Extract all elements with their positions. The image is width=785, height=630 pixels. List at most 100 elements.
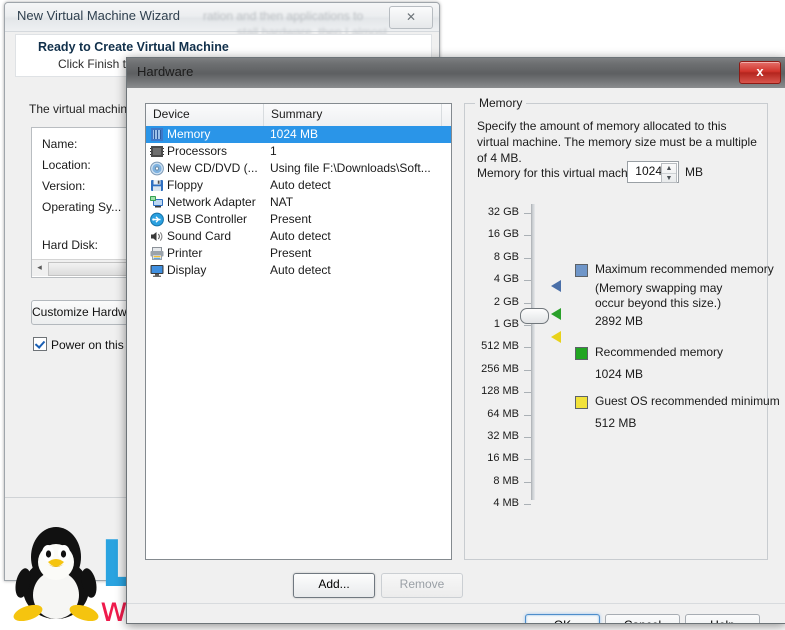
device-list[interactable]: Device Summary Memory 1024 MB Processors 1 N…	[145, 103, 452, 560]
memory-settings-group: Memory Specify the amount of memory allo…	[464, 96, 780, 560]
remove-device-button: Remove	[381, 573, 463, 598]
column-divider-2	[441, 104, 442, 126]
network-icon	[149, 195, 165, 210]
column-header-summary[interactable]: Summary	[264, 107, 441, 126]
slider-tick-mark	[524, 369, 531, 371]
column-header-device[interactable]: Device	[146, 107, 263, 126]
slider-tick-mark	[524, 280, 531, 282]
maximum-recommended-memory-label: Maximum recommended memory	[595, 262, 774, 276]
slider-tick-mark	[524, 347, 531, 349]
device-row-processors[interactable]: Processors 1	[146, 143, 451, 160]
stepper-up-icon[interactable]: ▲	[662, 164, 676, 173]
memory-slider-thumb[interactable]	[520, 308, 549, 324]
maximum-recommended-memory-swatch-icon	[575, 264, 588, 277]
device-name: Printer	[167, 246, 203, 260]
memory-size-input[interactable]: 1024 ▲ ▼	[627, 161, 679, 183]
device-name: Network Adapter	[167, 195, 256, 209]
device-name: Floppy	[167, 178, 204, 192]
ok-button[interactable]: OK	[525, 614, 600, 623]
recommended-memory-swatch-icon	[575, 347, 588, 360]
slider-tick-label: 4 MB	[493, 497, 519, 510]
device-row-printer[interactable]: Printer Present	[146, 245, 451, 262]
slider-tick-label: 4 GB	[493, 273, 519, 286]
device-name: New CD/DVD (...	[167, 161, 258, 175]
slider-tick-label: 256 MB	[481, 362, 519, 375]
device-row-network-adapter[interactable]: Network Adapter NAT	[146, 194, 451, 211]
memory-unit-label: MB	[685, 165, 703, 179]
slider-tick-mark	[524, 392, 531, 394]
slider-tick-mark	[524, 459, 531, 461]
device-summary: Present	[270, 212, 312, 226]
device-row-display[interactable]: Display Auto detect	[146, 262, 451, 279]
device-summary: NAT	[270, 195, 294, 209]
slider-tick-label: 128 MB	[481, 385, 519, 398]
memory-group-label: Memory	[475, 96, 527, 110]
scroll-left-arrow-icon[interactable]: ◂	[33, 261, 46, 274]
slider-tick-mark	[524, 302, 531, 304]
wizard-body-text: The virtual machine	[29, 102, 134, 116]
guest-minimum-marker-icon	[551, 331, 561, 343]
summary-row-harddisk: Hard Disk:	[42, 238, 99, 252]
summary-row-version: Version:	[42, 179, 86, 193]
guest-os-recommended-minimum-swatch-icon	[575, 396, 588, 409]
device-row-new-cd-dvd[interactable]: New CD/DVD (... Using file F:\Downloads\S…	[146, 160, 451, 177]
slider-tick-mark	[524, 437, 531, 438]
memory-field-label: Memory for this virtual machine:	[477, 166, 648, 180]
close-icon[interactable]: x	[739, 61, 781, 84]
maximum-recommended-memory-value: 2892 MB	[595, 314, 644, 328]
slider-tick-label: 8 MB	[493, 474, 519, 487]
device-row-memory[interactable]: Memory 1024 MB	[146, 126, 451, 143]
maximum-recommended-marker-icon	[551, 280, 561, 292]
display-icon	[149, 263, 165, 278]
stepper-down-icon[interactable]: ▼	[662, 173, 676, 183]
device-name: Display	[167, 263, 207, 277]
wizard-close-button[interactable]: ✕	[389, 6, 433, 29]
memory-size-value: 1024	[635, 164, 662, 178]
slider-tick-label: 32 GB	[487, 206, 519, 218]
slider-tick-label: 16 MB	[487, 452, 519, 465]
recommended-memory-value: 1024 MB	[595, 367, 644, 381]
help-button[interactable]: Help	[685, 614, 760, 623]
slider-tick-mark	[524, 481, 531, 483]
device-name: Processors	[167, 144, 228, 158]
device-row-sound-card[interactable]: Sound Card Auto detect	[146, 228, 451, 245]
device-name: USB Controller	[167, 212, 248, 226]
printer-icon	[149, 246, 165, 261]
maximum-recommended-memory-note: (Memory swapping may occur beyond this s…	[595, 281, 723, 310]
slider-tick-mark	[524, 257, 531, 259]
device-summary: 1024 MB	[270, 127, 319, 141]
slider-tick-label: 2 GB	[493, 295, 519, 308]
memory-stepper[interactable]: ▲ ▼	[661, 163, 677, 183]
device-row-usb-controller[interactable]: USB Controller Present	[146, 211, 451, 228]
hardware-dialog-title: Hardware	[137, 64, 194, 79]
memory-icon	[149, 127, 165, 142]
summary-row-os: Operating Sy...	[42, 200, 122, 214]
wizard-title: New Virtual Machine Wizard	[17, 8, 181, 23]
memory-description: Specify the amount of memory allocated t…	[477, 119, 757, 165]
wizard-titlebar[interactable]: New Virtual Machine Wizard ration and th…	[5, 3, 439, 39]
guest-os-recommended-minimum-label: Guest OS recommended minimum	[595, 394, 780, 408]
cpu-icon	[149, 144, 165, 159]
slider-tick-label: 32 MB	[487, 430, 519, 442]
slider-tick-label: 16 GB	[487, 228, 519, 241]
summary-row-location: Location:	[42, 158, 91, 172]
cd-dvd-icon	[149, 161, 165, 176]
device-list-rows: Memory 1024 MB Processors 1 New CD/DVD (... U…	[146, 126, 451, 559]
device-summary: Auto detect	[270, 263, 331, 277]
memory-slider-track[interactable]	[531, 204, 535, 500]
floppy-icon	[149, 178, 165, 193]
hardware-titlebar[interactable]: Hardware x	[127, 58, 785, 89]
wizard-header-title: Ready to Create Virtual Machine	[38, 40, 229, 54]
recommended-memory-label: Recommended memory	[595, 345, 724, 359]
slider-tick-mark	[524, 213, 531, 214]
cancel-button[interactable]: Cancel	[605, 614, 680, 623]
slider-tick-label: 1 GB	[493, 318, 519, 330]
add-device-button[interactable]: Add...	[293, 573, 375, 598]
hardware-dialog-content: Device Summary Memory 1024 MB Processors 1 N…	[127, 88, 785, 623]
dialog-footer-divider	[127, 603, 785, 604]
device-row-floppy[interactable]: Floppy Auto detect	[146, 177, 451, 194]
power-on-checkbox[interactable]	[33, 337, 47, 351]
slider-tick-label: 8 GB	[493, 250, 519, 263]
slider-tick-mark	[524, 325, 531, 326]
device-name: Memory	[167, 127, 211, 141]
